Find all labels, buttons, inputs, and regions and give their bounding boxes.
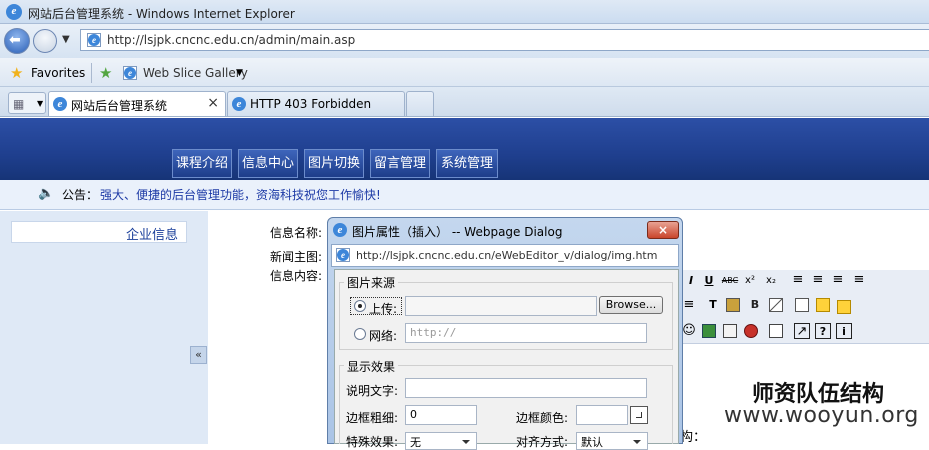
favorites-star-icon: ★ bbox=[10, 64, 24, 82]
dialog-close-button[interactable]: × bbox=[647, 221, 679, 239]
tab-admin[interactable]: e 网站后台管理系统 × bbox=[48, 91, 226, 116]
help-icon[interactable]: ? bbox=[815, 323, 831, 339]
layer-icon[interactable] bbox=[816, 298, 830, 312]
emoticon-icon[interactable]: ☺ bbox=[681, 323, 697, 339]
align-center-icon[interactable]: ≡ bbox=[810, 272, 826, 288]
font-color-icon[interactable]: B bbox=[747, 297, 763, 313]
align-right-icon[interactable]: ≡ bbox=[830, 272, 846, 288]
color-picker-icon bbox=[636, 412, 642, 418]
new-tab-button[interactable] bbox=[406, 91, 434, 116]
quick-tabs-icon: ▦ bbox=[13, 97, 25, 111]
border-width-label: 边框粗细: bbox=[346, 411, 399, 425]
sidebar-item-label: 企业信息 bbox=[125, 228, 178, 243]
menu-guestbook[interactable]: 留言管理 bbox=[370, 149, 430, 178]
dialog-title: 图片属性（插入） -- Webpage Dialog bbox=[352, 225, 563, 239]
highlight-icon[interactable] bbox=[769, 298, 783, 312]
align-label: 对齐方式: bbox=[516, 435, 569, 449]
window-title: 网站后台管理系统 - Windows Internet Explorer bbox=[28, 7, 295, 21]
ie-logo-icon: e bbox=[333, 223, 347, 237]
font-size-icon[interactable]: T bbox=[705, 297, 721, 313]
dialog-address-bar: e http://lsjpk.cncnc.edu.cn/eWebEditor_v… bbox=[331, 244, 679, 267]
frame-icon[interactable] bbox=[795, 298, 809, 312]
history-dropdown-icon[interactable]: ▼ bbox=[62, 34, 70, 45]
dialog-url: http://lsjpk.cncnc.edu.cn/eWebEditor_v/d… bbox=[356, 249, 658, 262]
web-slice-icon: e bbox=[123, 66, 137, 80]
menu-course-intro[interactable]: 课程介绍 bbox=[172, 149, 232, 178]
collapse-sidebar-button[interactable]: « bbox=[190, 346, 207, 364]
chevron-down-icon: ▼ bbox=[37, 99, 44, 108]
tab-label: HTTP 403 Forbidden bbox=[250, 97, 372, 111]
border-color-input[interactable] bbox=[576, 405, 628, 425]
upload-file-input[interactable] bbox=[405, 296, 597, 316]
network-radio[interactable] bbox=[354, 328, 366, 340]
speaker-icon: 🔈 bbox=[38, 186, 55, 201]
ie-tab-icon: e bbox=[53, 97, 67, 111]
paint-icon[interactable] bbox=[726, 298, 740, 312]
network-label: 网络: bbox=[369, 329, 398, 343]
upload-label: 上传: bbox=[369, 302, 398, 316]
favorites-button[interactable]: Favorites bbox=[31, 66, 85, 80]
tab-label: 网站后台管理系统 bbox=[71, 99, 168, 113]
content-text-fragment: 构： bbox=[680, 430, 707, 445]
source-group-label: 图片来源 bbox=[344, 274, 399, 291]
media-icon[interactable] bbox=[723, 324, 737, 338]
page-icon: e bbox=[87, 33, 101, 47]
indent-icon[interactable]: ≡ bbox=[681, 297, 697, 313]
border-color-label: 边框颜色: bbox=[516, 411, 569, 425]
web-slice-gallery-link[interactable]: Web Slice Gallery bbox=[143, 66, 248, 80]
special-effect-select[interactable]: 无 bbox=[405, 432, 477, 450]
upload-radio[interactable] bbox=[354, 300, 366, 312]
insert-file-icon[interactable] bbox=[769, 324, 783, 338]
strikethrough-icon[interactable]: ABC bbox=[719, 273, 741, 289]
flash-icon[interactable] bbox=[744, 324, 758, 338]
border-width-input[interactable]: 0 bbox=[405, 405, 477, 425]
sidebar-item-company-info[interactable]: 企业信息 bbox=[11, 221, 187, 243]
menu-system[interactable]: 系统管理 bbox=[436, 149, 498, 178]
favorites-bar bbox=[0, 58, 929, 87]
color-picker-button[interactable] bbox=[630, 406, 648, 424]
forward-button[interactable] bbox=[33, 29, 57, 53]
field-label-image: 新闻主图: bbox=[270, 250, 323, 264]
italic-icon[interactable]: I bbox=[683, 273, 699, 289]
subscript-icon[interactable]: x₂ bbox=[763, 273, 779, 289]
quick-tabs-button[interactable]: ▦ ▼ bbox=[8, 92, 46, 114]
underline-icon[interactable]: U bbox=[701, 273, 717, 289]
menu-slideshow[interactable]: 图片切换 bbox=[304, 149, 364, 178]
close-tab-icon[interactable]: × bbox=[207, 95, 219, 111]
page-icon: e bbox=[336, 248, 350, 262]
field-label-content: 信息内容: bbox=[270, 269, 323, 283]
window-titlebar: e 网站后台管理系统 - Windows Internet Explorer bbox=[0, 0, 929, 24]
tab-forbidden[interactable]: e HTTP 403 Forbidden bbox=[227, 91, 405, 116]
special-effect-label: 特殊效果: bbox=[346, 435, 399, 449]
back-arrow-icon: ⬅ bbox=[9, 32, 21, 48]
superscript-icon[interactable]: x² bbox=[742, 273, 758, 289]
excel-icon[interactable] bbox=[702, 324, 716, 338]
align-select[interactable]: 默认 bbox=[576, 432, 648, 450]
sidebar bbox=[0, 211, 208, 444]
align-left-icon[interactable]: ≡ bbox=[790, 272, 806, 288]
effect-group-label: 显示效果 bbox=[344, 358, 399, 375]
about-icon[interactable]: i bbox=[836, 323, 852, 339]
notice-text: 强大、便捷的后台管理功能，资海科技祝您工作愉快! bbox=[100, 188, 381, 202]
notice-label: 公告： bbox=[62, 188, 99, 202]
address-bar[interactable]: e http://lsjpk.cncnc.edu.cn/admin/main.a… bbox=[80, 29, 929, 51]
browse-button[interactable]: Browse... bbox=[599, 296, 663, 314]
fullscreen-icon[interactable]: ↗ bbox=[794, 323, 810, 339]
desc-label: 说明文字: bbox=[346, 384, 399, 398]
justify-icon[interactable]: ≡ bbox=[851, 272, 867, 288]
add-favorite-icon[interactable]: ★ bbox=[99, 64, 112, 82]
ie-tab-icon: e bbox=[232, 97, 246, 111]
network-url-input[interactable]: http:// bbox=[405, 323, 647, 343]
chevron-down-icon[interactable]: ▼ bbox=[236, 68, 243, 78]
divider bbox=[91, 63, 92, 83]
menu-info-center[interactable]: 信息中心 bbox=[238, 149, 298, 178]
ie-logo-icon: e bbox=[6, 4, 22, 20]
address-url: http://lsjpk.cncnc.edu.cn/admin/main.asp bbox=[107, 33, 356, 47]
layer-copy-icon[interactable] bbox=[837, 300, 851, 314]
desc-input[interactable] bbox=[405, 378, 647, 398]
watermark-url: www.wooyun.org bbox=[724, 403, 919, 428]
field-label-title: 信息名称: bbox=[270, 226, 323, 240]
